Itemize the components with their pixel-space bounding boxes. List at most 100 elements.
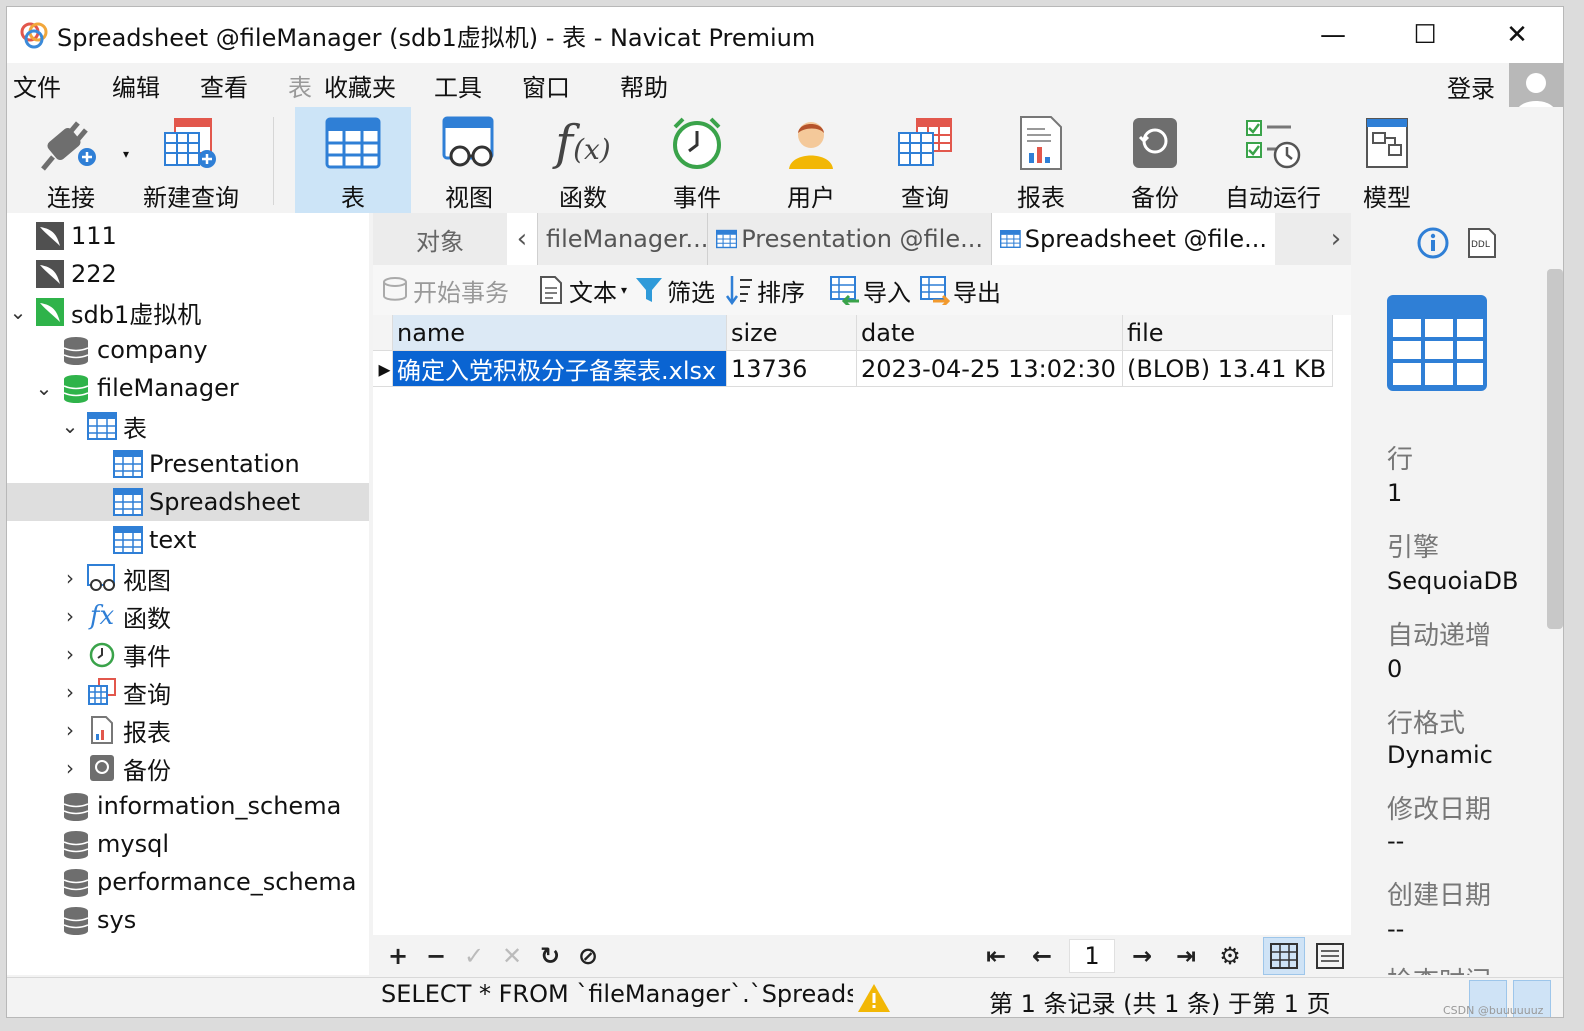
- grid-header-row: name size date file: [373, 315, 1333, 351]
- stop-icon[interactable]: ⊘: [569, 937, 607, 975]
- menu-file[interactable]: 文件: [7, 68, 67, 103]
- database-icon: [61, 335, 91, 365]
- import-button[interactable]: 导入: [829, 273, 911, 308]
- tree-table-text[interactable]: text: [95, 521, 196, 559]
- menu-view[interactable]: 查看: [194, 68, 254, 103]
- avatar[interactable]: [1509, 63, 1563, 113]
- column-header-date[interactable]: date: [857, 315, 1123, 351]
- tree-connection-sdb1[interactable]: ⌄ sdb1虚拟机: [9, 293, 201, 331]
- maximize-button[interactable]: ☐: [1379, 7, 1471, 63]
- table-icon: [716, 229, 738, 249]
- tab-presentation[interactable]: Presentation @file...: [707, 213, 991, 265]
- tree-db-filemanager[interactable]: ⌄ fileManager: [35, 369, 239, 407]
- tree-folder-queries[interactable]: › 查询: [61, 673, 171, 711]
- form-view-icon[interactable]: [1309, 937, 1351, 975]
- chevron-right-icon[interactable]: ›: [61, 680, 79, 704]
- column-header-name[interactable]: name: [393, 315, 727, 351]
- delete-record-icon[interactable]: −: [417, 937, 455, 975]
- chevron-down-icon[interactable]: ⌄: [9, 300, 27, 324]
- info-modified-value: --: [1387, 827, 1405, 855]
- chevron-right-icon[interactable]: ›: [61, 642, 79, 666]
- connect-button[interactable]: 连接: [31, 107, 111, 213]
- page-number-input[interactable]: 1: [1069, 939, 1115, 973]
- menu-window[interactable]: 窗口: [516, 68, 576, 103]
- main-toolbar: 连接 ▾ 新建查询 表 视图 f(x) 函数 事件 用户 查询 报表 备份 自动…: [7, 107, 1563, 213]
- table-row[interactable]: ▸ 确定入党积极分子备案表.xlsx 13736 2023-04-25 13:0…: [373, 351, 1333, 387]
- connect-dropdown-icon[interactable]: ▾: [123, 147, 129, 161]
- ddl-icon[interactable]: DDL: [1467, 227, 1497, 259]
- begin-transaction-button[interactable]: 开始事务: [379, 273, 509, 308]
- tab-scroll-right-icon[interactable]: ›: [1321, 213, 1351, 265]
- first-page-icon[interactable]: ⇤: [977, 937, 1015, 975]
- info-icon[interactable]: [1417, 227, 1449, 259]
- tab-scroll-left-icon[interactable]: ‹: [507, 213, 537, 265]
- tree-folder-events[interactable]: › 事件: [61, 635, 171, 673]
- chevron-right-icon[interactable]: ›: [61, 718, 79, 742]
- menu-help[interactable]: 帮助: [614, 68, 674, 103]
- user-button[interactable]: 用户: [763, 107, 859, 213]
- new-query-icon: [159, 111, 223, 174]
- view-button[interactable]: 视图: [421, 107, 517, 213]
- tree-folder-backups[interactable]: › 备份: [61, 749, 171, 787]
- menu-edit[interactable]: 编辑: [106, 68, 166, 103]
- tree-folder-tables[interactable]: ⌄ 表: [61, 407, 147, 445]
- new-query-button[interactable]: 新建查询: [139, 107, 243, 213]
- minimize-button[interactable]: —: [1287, 7, 1379, 63]
- last-page-icon[interactable]: ⇥: [1167, 937, 1205, 975]
- add-record-icon[interactable]: +: [379, 937, 417, 975]
- tree-folder-functions[interactable]: › fx 函数: [61, 597, 171, 635]
- text-view-button[interactable]: 文本 ▾: [535, 273, 627, 308]
- tree-table-presentation[interactable]: Presentation: [95, 445, 300, 483]
- grid-view-icon[interactable]: [1263, 937, 1305, 975]
- tab-filemanager[interactable]: fileManager...: [537, 213, 707, 265]
- tree-folder-reports[interactable]: › 报表: [61, 711, 171, 749]
- login-link[interactable]: 登录: [1447, 69, 1495, 104]
- menu-favorites[interactable]: 收藏夹: [318, 68, 402, 103]
- tree-table-spreadsheet[interactable]: Spreadsheet: [7, 483, 369, 521]
- previous-page-icon[interactable]: ←: [1023, 937, 1061, 975]
- settings-gear-icon[interactable]: ⚙: [1211, 937, 1249, 975]
- column-header-file[interactable]: file: [1123, 315, 1333, 351]
- sort-icon: [723, 274, 755, 306]
- cell-name[interactable]: 确定入党积极分子备案表.xlsx: [393, 351, 727, 387]
- cell-file[interactable]: (BLOB) 13.41 KB: [1123, 351, 1333, 387]
- sort-button[interactable]: 排序: [723, 273, 805, 308]
- info-scrollbar[interactable]: [1547, 269, 1563, 629]
- tab-objects[interactable]: 对象: [373, 213, 507, 265]
- chevron-down-icon[interactable]: ⌄: [35, 376, 53, 400]
- next-page-icon[interactable]: →: [1123, 937, 1161, 975]
- refresh-icon[interactable]: ↻: [531, 937, 569, 975]
- export-button[interactable]: 导出: [919, 273, 1001, 308]
- tree-connection-222[interactable]: 222: [17, 255, 117, 293]
- tab-spreadsheet[interactable]: Spreadsheet @file...: [991, 213, 1275, 265]
- apply-changes-icon[interactable]: ✓: [455, 937, 493, 975]
- tree-db-information-schema[interactable]: information_schema: [43, 787, 341, 825]
- autorun-button[interactable]: 自动运行: [1221, 107, 1325, 213]
- close-button[interactable]: ✕: [1471, 7, 1563, 63]
- tree-db-mysql[interactable]: mysql: [43, 825, 169, 863]
- cell-size[interactable]: 13736: [727, 351, 857, 387]
- menu-tools[interactable]: 工具: [428, 68, 488, 103]
- discard-changes-icon[interactable]: ✕: [493, 937, 531, 975]
- column-header-size[interactable]: size: [727, 315, 857, 351]
- chevron-right-icon[interactable]: ›: [61, 604, 79, 628]
- query-button[interactable]: 查询: [877, 107, 973, 213]
- menu-table[interactable]: 表: [282, 68, 318, 103]
- warning-icon[interactable]: [857, 982, 891, 1014]
- model-button[interactable]: 模型: [1339, 107, 1435, 213]
- chevron-right-icon[interactable]: ›: [61, 566, 79, 590]
- chevron-down-icon[interactable]: ⌄: [61, 414, 79, 438]
- tree-db-performance-schema[interactable]: performance_schema: [43, 863, 356, 901]
- chevron-right-icon[interactable]: ›: [61, 756, 79, 780]
- tree-connection-111[interactable]: 111: [17, 217, 117, 255]
- cell-date[interactable]: 2023-04-25 13:02:30: [857, 351, 1123, 387]
- event-button[interactable]: 事件: [649, 107, 745, 213]
- backup-button[interactable]: 备份: [1107, 107, 1203, 213]
- report-button[interactable]: 报表: [993, 107, 1089, 213]
- tree-folder-views[interactable]: › 视图: [61, 559, 171, 597]
- function-button[interactable]: f(x) 函数: [535, 107, 631, 213]
- tree-db-sys[interactable]: sys: [43, 901, 136, 939]
- table-button[interactable]: 表: [295, 107, 411, 213]
- tree-db-company[interactable]: company: [43, 331, 208, 369]
- filter-button[interactable]: 筛选: [633, 273, 715, 308]
